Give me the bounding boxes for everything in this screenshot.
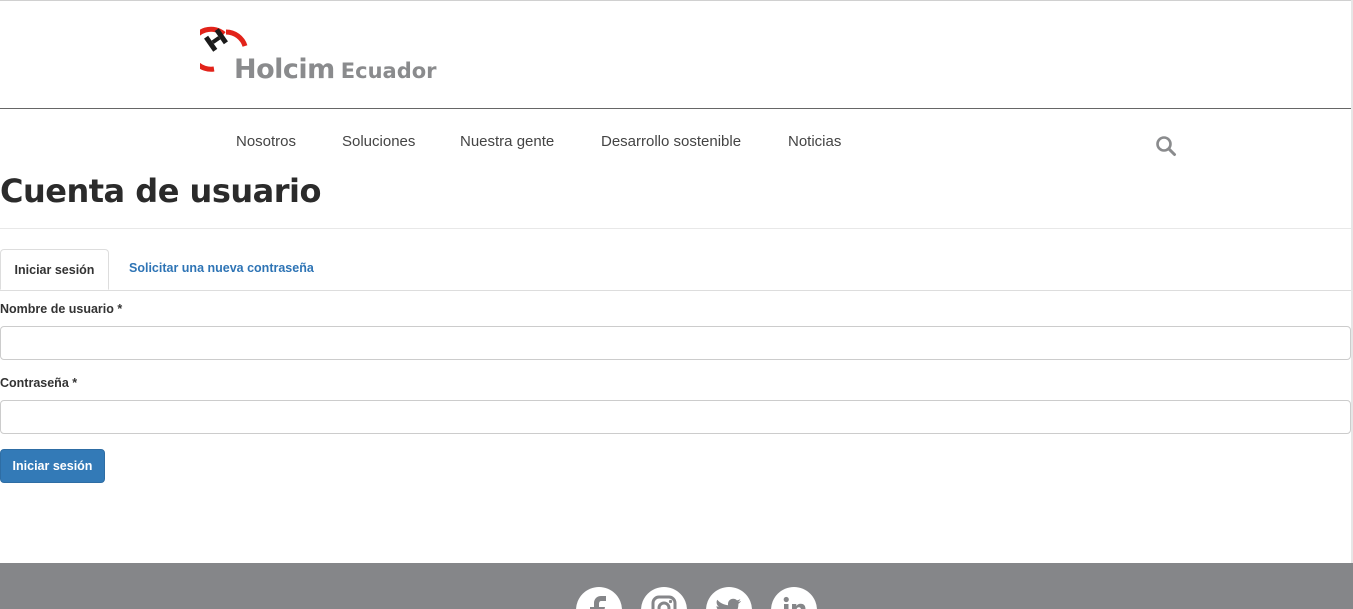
header-divider [0, 108, 1351, 109]
username-input[interactable] [0, 326, 1351, 360]
main-nav: Nosotros Soluciones Nuestra gente Desarr… [0, 133, 1351, 155]
tab-iniciar-sesion[interactable]: Iniciar sesión [0, 249, 109, 290]
title-divider [0, 228, 1351, 229]
instagram-icon [651, 595, 677, 609]
page: Holcim Ecuador Nosotros Soluciones Nuestr… [0, 0, 1353, 609]
username-label: Nombre de usuario * [0, 302, 123, 316]
linkedin-link[interactable] [771, 587, 817, 609]
facebook-link[interactable] [576, 587, 622, 609]
tabs-divider [0, 290, 1351, 291]
login-button[interactable]: Iniciar sesión [0, 449, 105, 483]
tab-solicitar-nueva-contrasena[interactable]: Solicitar una nueva contraseña [129, 261, 314, 275]
nav-item-nosotros[interactable]: Nosotros [236, 133, 296, 150]
password-label: Contraseña * [0, 376, 78, 390]
logo-country: Ecuador [340, 59, 437, 83]
twitter-icon [716, 598, 741, 609]
logo-text: Holcim Ecuador [234, 54, 437, 85]
page-title: Cuenta de usuario [0, 172, 321, 210]
logo-brand: Holcim [234, 54, 335, 85]
nav-item-noticias[interactable]: Noticias [788, 133, 841, 150]
top-border [0, 0, 1351, 1]
nav-item-soluciones[interactable]: Soluciones [342, 133, 415, 150]
nav-item-desarrollo-sostenible[interactable]: Desarrollo sostenible [601, 133, 741, 150]
instagram-link[interactable] [641, 587, 687, 609]
holcim-logo[interactable]: Holcim Ecuador [200, 22, 440, 92]
search-icon[interactable] [1155, 135, 1177, 157]
facebook-icon [590, 596, 606, 609]
password-input[interactable] [0, 400, 1351, 434]
linkedin-icon [783, 596, 806, 609]
twitter-link[interactable] [706, 587, 752, 609]
nav-item-nuestra-gente[interactable]: Nuestra gente [460, 133, 554, 150]
